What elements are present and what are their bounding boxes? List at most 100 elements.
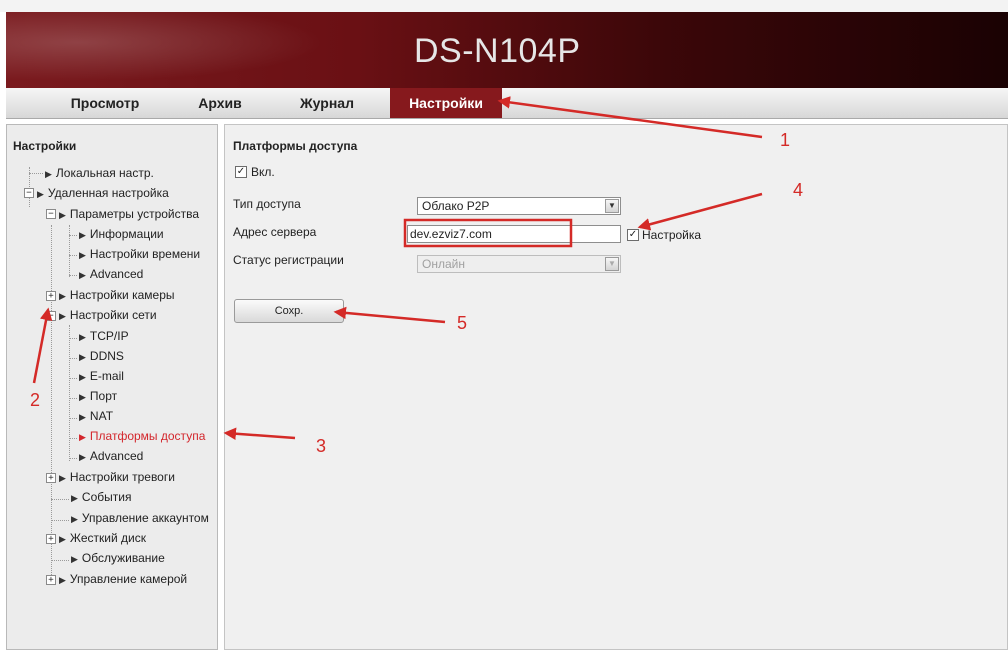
top-strip — [0, 0, 1008, 12]
triangle-right-icon: ▶ — [59, 210, 66, 220]
tree-item-label: Обслуживание — [81, 551, 165, 565]
access-platform-panel: Платформы доступа ✓ Вкл. Тип доступа Обл… — [224, 124, 1008, 650]
custom-server-label: Настройка — [642, 228, 702, 242]
tree-item-maintenance[interactable]: ▶ Обслуживание — [71, 550, 165, 566]
collapse-icon[interactable]: − — [46, 209, 56, 219]
tree-line — [69, 378, 77, 379]
tab-log[interactable]: Журнал — [292, 88, 362, 118]
tree-item-nat[interactable]: ▶ NAT — [79, 408, 113, 424]
collapse-icon[interactable]: − — [46, 311, 56, 321]
tree-item-tcpip[interactable]: ▶ TCP/IP — [79, 328, 129, 344]
expand-icon[interactable]: + — [46, 291, 56, 301]
triangle-right-icon: ▶ — [79, 230, 86, 240]
triangle-right-icon: ▶ — [71, 554, 78, 564]
tree-item-remote-settings[interactable]: ▶ Удаленная настройка — [37, 185, 169, 201]
tree-item-label: Удаленная настройка — [47, 186, 169, 200]
tree-line — [51, 520, 69, 521]
dropdown-arrow-icon: ▼ — [605, 199, 619, 213]
triangle-right-icon: ▶ — [79, 270, 86, 280]
tree-line — [69, 235, 77, 236]
tree-title: Настройки — [13, 139, 77, 153]
tree-item-info[interactable]: ▶ Информации — [79, 226, 164, 242]
tree-item-time-settings[interactable]: ▶ Настройки времени — [79, 246, 200, 262]
tree-item-label: E-mail — [89, 369, 124, 383]
registration-status-label: Статус регистрации — [233, 253, 344, 267]
triangle-right-icon: ▶ — [71, 514, 78, 524]
device-model-title: DS-N104P — [414, 32, 581, 70]
tree-line — [51, 225, 52, 581]
tree-item-access-platforms[interactable]: ▶ Платформы доступа — [79, 428, 205, 444]
save-button[interactable]: Сохр. — [234, 299, 344, 323]
settings-tree-panel: Настройки − − + − + + + ▶ Локальная настр… — [6, 124, 218, 650]
tree-line — [69, 255, 77, 256]
triangle-right-icon: ▶ — [79, 452, 86, 462]
triangle-right-icon: ▶ — [79, 412, 86, 422]
tree-item-network-settings[interactable]: ▶ Настройки сети — [59, 307, 157, 323]
tree-item-label: Advanced — [89, 449, 144, 463]
section-title: Платформы доступа — [233, 139, 358, 153]
access-type-select[interactable]: Облако P2P ▼ — [417, 197, 621, 215]
tree-item-account-management[interactable]: ▶ Управление аккаунтом — [71, 510, 209, 526]
triangle-right-icon: ▶ — [45, 169, 52, 179]
tree-item-label: NAT — [89, 409, 114, 423]
tree-item-label: Локальная настр. — [55, 166, 154, 180]
tree-item-label: TCP/IP — [89, 329, 129, 343]
dropdown-arrow-icon: ▼ — [605, 257, 619, 271]
expand-icon[interactable]: + — [46, 575, 56, 585]
tree-item-hdd[interactable]: ▶ Жесткий диск — [59, 530, 146, 546]
enable-label: Вкл. — [251, 165, 275, 179]
tab-preview[interactable]: Просмотр — [62, 88, 148, 118]
triangle-right-icon: ▶ — [71, 493, 78, 503]
tree-item-advanced-device[interactable]: ▶ Advanced — [79, 266, 143, 282]
annotation-number-4: 4 — [793, 180, 804, 200]
tree-line — [69, 338, 77, 339]
server-address-label: Адрес сервера — [233, 225, 317, 239]
tree-line — [29, 173, 43, 174]
expand-icon[interactable]: + — [46, 534, 56, 544]
registration-status-select: Онлайн ▼ — [417, 255, 621, 273]
tree-line — [69, 225, 70, 277]
tree-line — [69, 398, 77, 399]
tree-item-label: Порт — [89, 389, 118, 403]
tree-item-label: Управление аккаунтом — [81, 511, 209, 525]
triangle-right-icon: ▶ — [59, 534, 66, 544]
tree-item-label: Платформы доступа — [89, 429, 206, 443]
server-address-input[interactable]: dev.ezviz7.com — [407, 225, 621, 243]
triangle-right-icon: ▶ — [79, 250, 86, 260]
custom-server-checkbox[interactable]: ✓ — [627, 229, 639, 241]
tree-line — [69, 325, 70, 461]
triangle-right-icon: ▶ — [79, 352, 86, 362]
tree-line — [69, 275, 77, 276]
triangle-right-icon: ▶ — [79, 332, 86, 342]
tree-item-ddns[interactable]: ▶ DDNS — [79, 348, 124, 364]
annotation-number-1: 1 — [780, 130, 791, 150]
collapse-icon[interactable]: − — [24, 188, 34, 198]
tree-item-label: Настройки камеры — [69, 288, 175, 302]
tree-item-port[interactable]: ▶ Порт — [79, 388, 117, 404]
tree-item-label: Параметры устройства — [69, 207, 200, 221]
tree-line — [51, 560, 69, 561]
main-nav: Просмотр Архив Журнал Настройки — [6, 88, 1008, 119]
tree-item-label: DDNS — [89, 349, 124, 363]
tree-item-advanced-network[interactable]: ▶ Advanced — [79, 448, 143, 464]
enable-checkbox[interactable]: ✓ — [235, 166, 247, 178]
tree-line — [51, 499, 69, 500]
tree-item-camera-control[interactable]: ▶ Управление камерой — [59, 571, 187, 587]
tab-archive[interactable]: Архив — [192, 88, 248, 118]
tree-item-alarm-settings[interactable]: ▶ Настройки тревоги — [59, 469, 175, 485]
tree-item-label: Настройки тревоги — [69, 470, 175, 484]
triangle-right-icon: ▶ — [37, 189, 44, 199]
tree-item-device-params[interactable]: ▶ Параметры устройства — [59, 206, 199, 222]
tab-settings[interactable]: Настройки — [390, 88, 502, 118]
access-type-value: Облако P2P — [422, 199, 490, 213]
tree-item-camera-settings[interactable]: ▶ Настройки камеры — [59, 287, 175, 303]
tree-line — [69, 418, 77, 419]
tree-item-label: Advanced — [89, 267, 144, 281]
tree-item-events[interactable]: ▶ События — [71, 489, 131, 505]
tree-line — [69, 458, 77, 459]
expand-icon[interactable]: + — [46, 473, 56, 483]
tree-item-email[interactable]: ▶ E-mail — [79, 368, 124, 384]
registration-status-value: Онлайн — [422, 257, 465, 271]
header-banner: DS-N104P — [6, 12, 1008, 88]
tree-item-local-settings[interactable]: ▶ Локальная настр. — [45, 165, 154, 181]
